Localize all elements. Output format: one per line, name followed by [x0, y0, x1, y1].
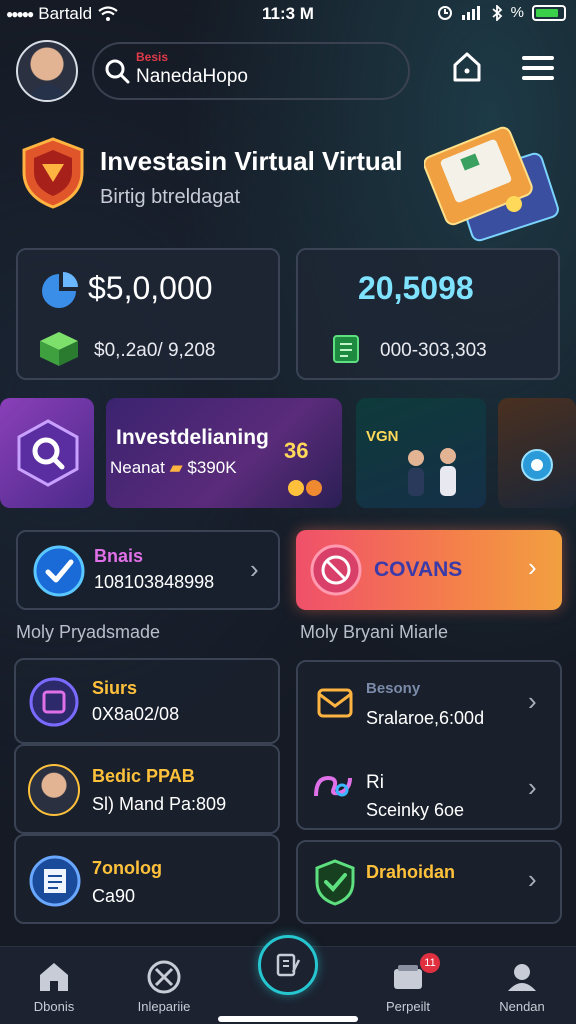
banner-number: 36 [284, 438, 309, 463]
list-item-subtitle: Sralaroe,6:00d [366, 708, 485, 728]
profile-icon [508, 964, 536, 991]
status-time: 11:3 M [262, 4, 314, 23]
list-item-title: Ri [366, 772, 384, 793]
swirl-icon [314, 775, 352, 797]
banner-carousel: Investdelianing Neanat ▰ $390K 36 VGN [0, 398, 576, 508]
banner-search[interactable] [0, 398, 94, 508]
alarm-icon [437, 5, 452, 20]
hexagon-search-icon [17, 419, 79, 487]
search-icon[interactable] [104, 58, 130, 84]
search-input[interactable]: NanedaHopo [136, 66, 248, 88]
list-item-subtitle: 0X8a02/08 [92, 704, 180, 724]
covans-label: COVANS [374, 558, 463, 581]
bluetooth-icon [492, 4, 502, 21]
list-item[interactable]: Ri Sceinky 6oe › [298, 748, 560, 828]
portfolio-card[interactable]: 20,5098 000-303,303 [296, 248, 560, 380]
nav-label: Nendan [499, 999, 545, 1014]
top-header: Besis NanedaHopo [0, 36, 576, 112]
battery-percent: % [510, 4, 524, 21]
list-item-subtitle: Sl) Mand Pa:809 [92, 794, 227, 814]
balance-amount: $5,0,000 [88, 270, 213, 306]
balance-card[interactable]: $5,0,000 $0,.2a0/ 9,208 [16, 248, 280, 380]
document-icon [29, 855, 81, 907]
check-badge-icon [33, 545, 85, 597]
people-icon [408, 448, 456, 496]
wifi-icon [98, 6, 118, 21]
notification-badge: 11 [420, 953, 440, 973]
list-item-title: Drahoidan [366, 862, 456, 882]
avatar[interactable] [16, 40, 78, 102]
chevron-right-icon: › [528, 772, 537, 802]
nav-item-profile[interactable]: Nendan [472, 947, 572, 1024]
covans-button[interactable]: COVANS › [296, 530, 562, 610]
portfolio-amount: 20,5098 [358, 270, 474, 306]
banner-extra[interactable] [498, 398, 576, 508]
list-item-title: Besony [366, 680, 421, 697]
nav-item-home[interactable]: Dbonis [4, 947, 104, 1024]
coin-icon [288, 480, 322, 496]
portfolio-detail: 000-303,303 [380, 340, 487, 361]
section-title-right: Moly Bryani Miarle [300, 622, 449, 642]
target-icon [310, 544, 362, 596]
compass-icon [147, 960, 181, 994]
section-title-left: Moly Pryadsmade [16, 622, 161, 642]
home-icon [40, 963, 68, 991]
cube-icon [40, 332, 78, 366]
hero-subtitle: Birtig btreldagat [100, 186, 241, 208]
list-item[interactable]: Besony Sralaroe,6:00d › [298, 662, 560, 746]
mail-icon [317, 688, 353, 718]
bonus-button[interactable]: Bnais 108103848998 › [16, 530, 280, 610]
menu-icon[interactable] [522, 56, 554, 82]
bottom-nav: Dbonis Inlepariie Perpeilt 11 Nendan [0, 935, 576, 1024]
list-item[interactable]: Drahoidan › [296, 840, 562, 924]
bonus-title: Bnais [94, 546, 144, 566]
banner-promo[interactable]: VGN [356, 398, 486, 508]
list-item-subtitle: Ca90 [92, 886, 136, 906]
person-avatar [28, 764, 80, 816]
banner-invest[interactable]: Investdelianing Neanat ▰ $390K 36 [106, 398, 342, 508]
battery-icon [532, 4, 566, 21]
hero-section: Investasin Virtual Virtual Birtig btreld… [0, 126, 576, 242]
list-item[interactable]: 7onolog Ca90 [14, 834, 280, 924]
list-item-subtitle: Sceinky 6oe [366, 800, 465, 820]
shield-icon [22, 137, 84, 209]
signal-dots-icon: ●●●●● [6, 7, 34, 21]
search-box[interactable]: Besis NanedaHopo [92, 42, 410, 100]
nav-label: Perpeilt [385, 999, 431, 1014]
shield-check-icon [315, 859, 355, 906]
banner-subtitle: Neanat ▰ $390K [110, 458, 237, 477]
home-icon[interactable] [450, 50, 484, 84]
list-item[interactable]: Bedic PPAB Sl) Mand Pa:809 [14, 744, 280, 834]
document-icon [333, 335, 359, 363]
home-indicator [218, 1016, 358, 1022]
globe-icon [521, 449, 553, 481]
nav-item-wallet[interactable]: Perpeilt [358, 947, 458, 1024]
nav-item-explore[interactable]: Inlepariie [114, 947, 214, 1024]
cards-illustration-icon [424, 126, 559, 242]
list-item-title: 7onolog [92, 858, 162, 878]
edit-document-icon [276, 953, 301, 977]
promo-label: VGN [366, 428, 399, 445]
chip-icon [29, 677, 79, 727]
list-item-title: Bedic PPAB [92, 766, 195, 786]
list-item[interactable]: Siurs 0X8a02/08 [14, 658, 280, 744]
banner-title: Investdelianing [116, 426, 269, 449]
balance-detail: $0,.2a0/ 9,208 [94, 340, 216, 361]
bonus-value: 108103848998 [94, 572, 215, 592]
center-action-button[interactable] [258, 935, 318, 995]
signal-icon [461, 5, 480, 20]
chevron-right-icon: › [528, 864, 537, 894]
hero-title: Investasin Virtual Virtual [100, 146, 403, 176]
status-bar: ●●●●● Bartald 11:3 M % [0, 0, 576, 28]
chevron-right-icon: › [528, 552, 537, 582]
list-group: Besony Sralaroe,6:00d › Ri Sceinky 6oe › [296, 660, 562, 830]
carrier-name: Bartald [38, 4, 93, 23]
chevron-right-icon: › [250, 554, 259, 584]
nav-label: Inlepariie [137, 999, 191, 1014]
search-tag: Besis [136, 50, 169, 64]
chevron-right-icon: › [528, 686, 537, 716]
nav-label: Dbonis [33, 999, 75, 1014]
chart-pie-icon [42, 272, 78, 308]
list-item-title: Siurs [92, 678, 138, 698]
